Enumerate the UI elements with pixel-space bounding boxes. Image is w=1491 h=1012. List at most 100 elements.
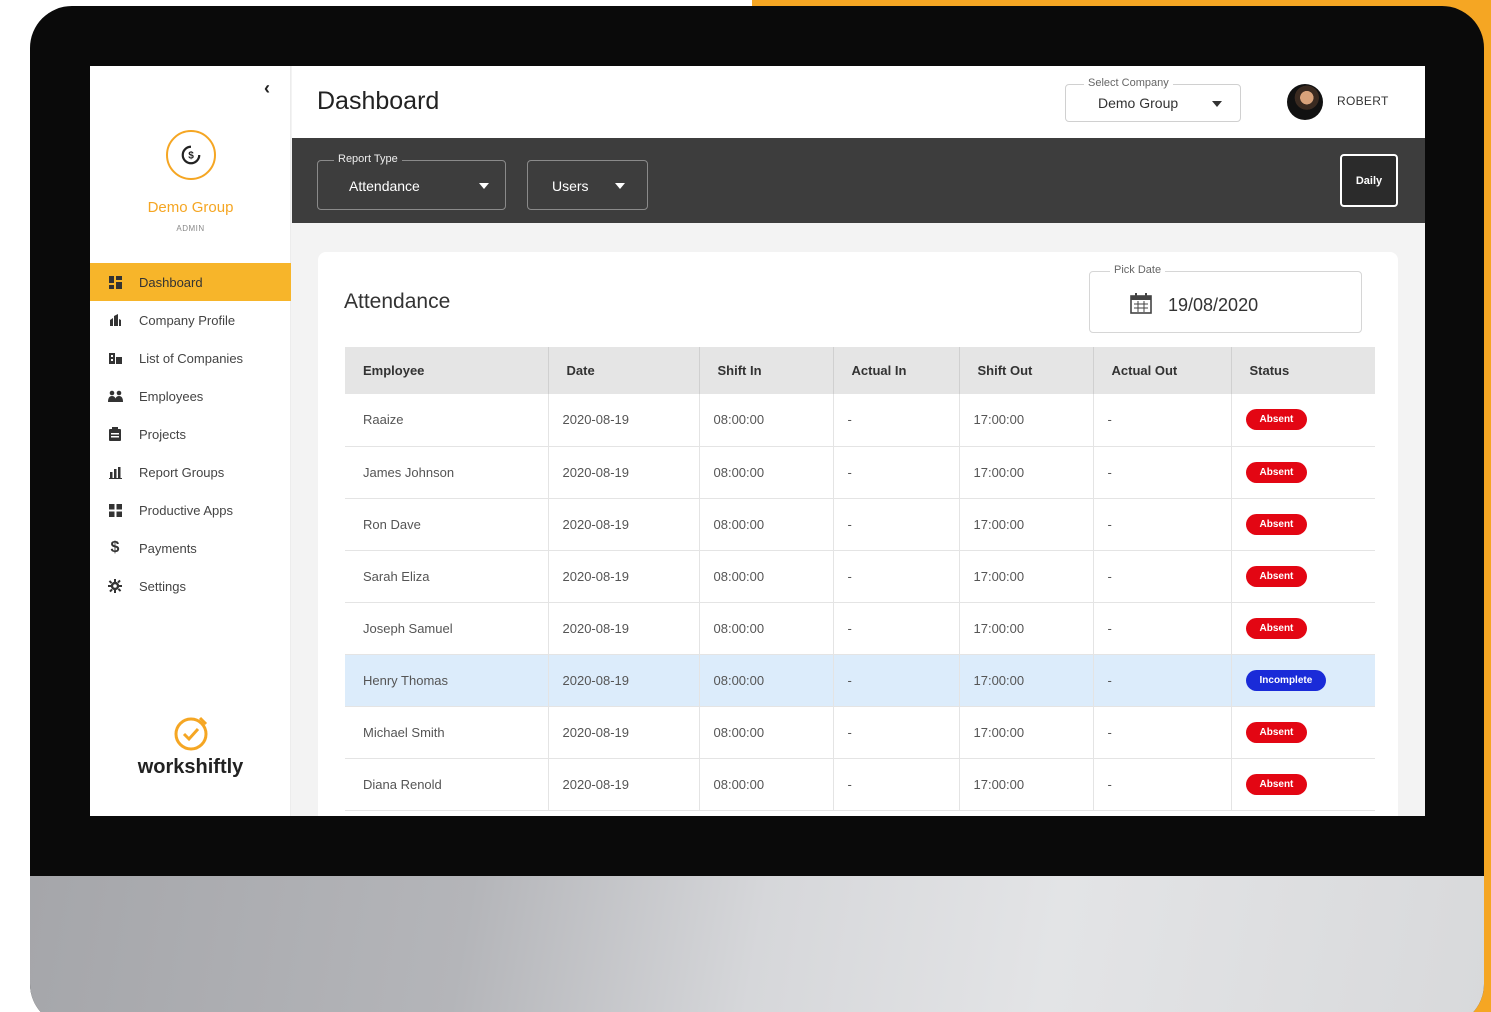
cell-shift-in: 08:00:00 [699, 498, 834, 551]
cell-status: Absent [1231, 446, 1375, 499]
dollar-icon: $ [110, 539, 120, 556]
table-row[interactable]: Raaize 2020-08-19 08:00:00-17:00:00- Absent [345, 394, 1375, 447]
company-select[interactable]: Select Company Demo Group [1065, 77, 1241, 122]
caret-down-icon [615, 183, 625, 189]
table-row[interactable]: Joseph Samuel 2020-08-19 08:00:00-17:00:00… [345, 602, 1375, 655]
status-badge: Absent [1245, 461, 1308, 483]
sidebar-item-label: Report Groups [139, 464, 225, 480]
table-row[interactable]: Ron Dave 2020-08-19 08:00:00-17:00:00- Abse… [345, 498, 1375, 551]
avatar[interactable] [1287, 84, 1323, 120]
table-row[interactable]: Michael Smith 2020-08-19 08:00:00-17:00:00… [345, 706, 1375, 759]
cell-actual-in: - [833, 706, 960, 759]
company-select-value: Demo Group [1098, 95, 1179, 111]
cell-employee: Joseph Samuel [345, 602, 549, 655]
sidebar-item-report-groups[interactable]: Report Groups [90, 453, 291, 491]
cell-employee: Raaize [345, 394, 549, 447]
cell-status: Absent [1231, 706, 1375, 759]
cell-actual-in: - [833, 602, 960, 655]
cell-shift-in: 08:00:00 [699, 446, 834, 499]
calendar-icon [1130, 293, 1152, 314]
filter-bar: Report Type Attendance Users Daily [292, 138, 1425, 223]
sidebar-item-label: Projects [139, 426, 186, 442]
status-badge: Absent [1245, 565, 1308, 587]
sidebar-item-payments[interactable]: $ Payments [90, 529, 291, 567]
table-body: Raaize 2020-08-19 08:00:00-17:00:00- Absent… [345, 394, 1375, 811]
cell-actual-out: - [1093, 394, 1232, 447]
sidebar-item-productive-apps[interactable]: Productive Apps [90, 491, 291, 529]
report-type-value: Attendance [349, 178, 420, 194]
status-badge: Absent [1245, 617, 1308, 639]
column-header-shift-out[interactable]: Shift Out [959, 347, 1094, 394]
cell-date: 2020-08-19 [548, 758, 700, 811]
sidebar-item-projects[interactable]: Projects [90, 415, 291, 453]
cell-date: 2020-08-19 [548, 654, 700, 707]
column-header-employee[interactable]: Employee [345, 347, 549, 394]
user-role: ADMIN [176, 224, 205, 233]
cell-shift-out: 17:00:00 [959, 602, 1094, 655]
company-select-label: Select Company [1084, 77, 1173, 89]
workshiftly-logo-icon [174, 716, 208, 751]
cell-shift-in: 08:00:00 [699, 394, 834, 447]
collapse-sidebar-icon[interactable]: ‹ [264, 78, 270, 99]
caret-down-icon [1212, 101, 1222, 107]
cell-actual-in: - [833, 394, 960, 447]
app-screen: ‹ $ Demo Group ADMIN Dashboard Company Pr… [90, 66, 1425, 816]
table-row[interactable]: Sarah Eliza 2020-08-19 08:00:00-17:00:00- A… [345, 550, 1375, 603]
cell-shift-out: 17:00:00 [959, 446, 1094, 499]
sidebar-item-employees[interactable]: Employees [90, 377, 291, 415]
page-title: Dashboard [317, 87, 440, 115]
cell-shift-in: 08:00:00 [699, 654, 834, 707]
table-row[interactable]: Diana Renold 2020-08-19 08:00:00-17:00:00-… [345, 758, 1375, 811]
cell-actual-out: - [1093, 446, 1232, 499]
attendance-title: Attendance [344, 290, 451, 313]
attendance-card: Attendance Pick Date 19/08/2020 Employee… [318, 252, 1398, 816]
sidebar-item-label: Company Profile [139, 312, 236, 328]
report-type-select[interactable]: Report Type Attendance [317, 153, 506, 210]
sidebar-item-label: List of Companies [139, 350, 244, 366]
clipboard-icon [107, 426, 123, 442]
cell-shift-out: 17:00:00 [959, 758, 1094, 811]
pick-date-field[interactable]: Pick Date 19/08/2020 [1089, 264, 1362, 333]
cell-status: Absent [1231, 602, 1375, 655]
users-select[interactable]: Users [527, 160, 648, 210]
sidebar-item-dashboard[interactable]: Dashboard [90, 263, 291, 301]
users-select-value: Users [552, 178, 589, 194]
cell-status: Absent [1231, 498, 1375, 551]
cell-date: 2020-08-19 [548, 602, 700, 655]
column-header-date[interactable]: Date [548, 347, 700, 394]
status-badge: Absent [1245, 721, 1308, 743]
sidebar-item-label: Dashboard [139, 274, 203, 290]
column-header-status[interactable]: Status [1231, 347, 1375, 394]
gear-icon [107, 578, 123, 594]
table-header-row: Employee Date Shift In Actual In Shift Out Ac… [345, 347, 1375, 394]
sidebar: ‹ $ Demo Group ADMIN Dashboard Company Pr… [90, 66, 291, 816]
cell-status: Incomplete [1231, 654, 1375, 707]
column-header-shift-in[interactable]: Shift In [699, 347, 834, 394]
pick-date-value: 19/08/2020 [1168, 295, 1259, 315]
table-row[interactable]: James Johnson 2020-08-19 08:00:00-17:00:00… [345, 446, 1375, 499]
top-bar: Dashboard Select Company Demo Group ROBE… [292, 66, 1425, 138]
daily-button[interactable]: Daily [1340, 154, 1398, 207]
cell-shift-out: 17:00:00 [959, 394, 1094, 447]
report-icon [107, 464, 123, 480]
cell-employee: Diana Renold [345, 758, 549, 811]
sidebar-item-label: Payments [139, 540, 197, 556]
cell-date: 2020-08-19 [548, 706, 700, 759]
cell-shift-out: 17:00:00 [959, 550, 1094, 603]
cell-actual-in: - [833, 758, 960, 811]
table-row[interactable]: Henry Thomas 2020-08-19 08:00:00-17:00:00-… [345, 654, 1375, 707]
svg-text:$: $ [188, 151, 194, 162]
sidebar-item-company-profile[interactable]: Company Profile [90, 301, 291, 339]
brand-name: workshiftly [137, 756, 244, 778]
username[interactable]: ROBERT [1337, 94, 1389, 108]
sidebar-item-settings[interactable]: Settings [90, 567, 291, 605]
column-header-actual-out[interactable]: Actual Out [1093, 347, 1232, 394]
cell-actual-in: - [833, 550, 960, 603]
sidebar-item-label: Employees [139, 388, 204, 404]
pick-date-label: Pick Date [1110, 264, 1166, 276]
cell-actual-out: - [1093, 498, 1232, 551]
column-header-actual-in[interactable]: Actual In [833, 347, 960, 394]
cell-employee: Sarah Eliza [345, 550, 549, 603]
company-icon [107, 312, 123, 328]
sidebar-item-list-of-companies[interactable]: List of Companies [90, 339, 291, 377]
